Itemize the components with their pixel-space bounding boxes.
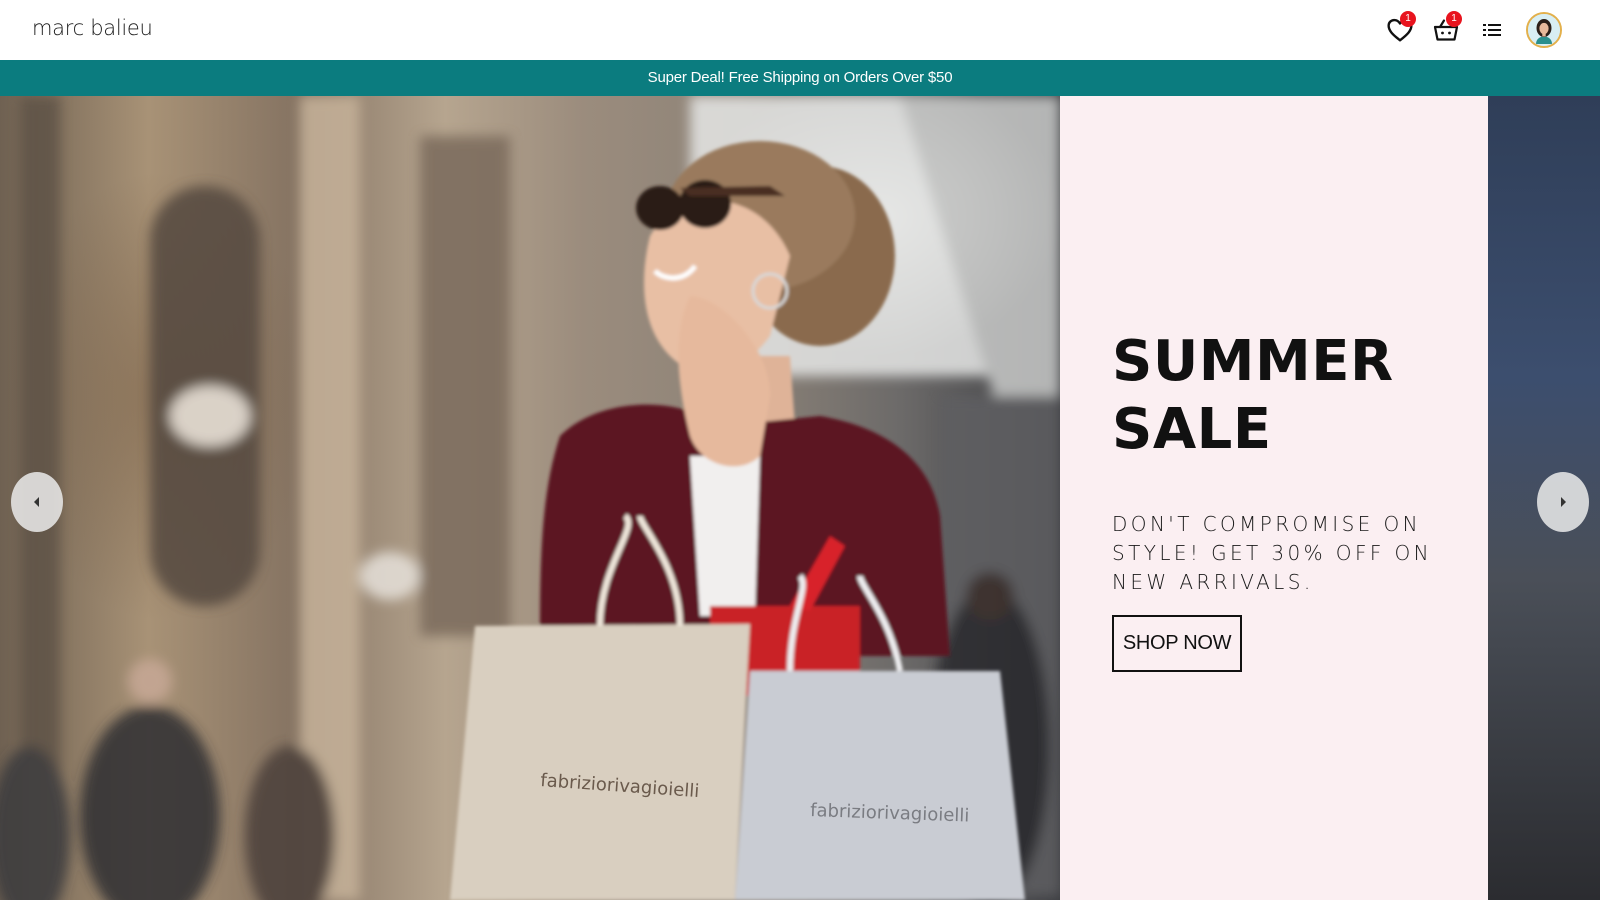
sale-title: SUMMER SALE xyxy=(1112,328,1452,464)
hero-carousel: fabriziorivagioielli fabriziorivagioiell… xyxy=(0,96,1600,900)
avatar-image xyxy=(1528,14,1560,46)
brand-logo[interactable]: marc balieu xyxy=(32,16,153,40)
sale-title-line-1: SUMMER xyxy=(1112,329,1394,394)
header-actions: 1 1 xyxy=(1376,8,1562,52)
menu-button[interactable] xyxy=(1470,8,1514,52)
wishlist-button[interactable]: 1 xyxy=(1378,8,1422,52)
carousel-next-button[interactable] xyxy=(1537,472,1589,532)
shop-now-button[interactable]: SHOP NOW xyxy=(1112,615,1242,672)
cart-button[interactable]: 1 xyxy=(1424,8,1468,52)
shopper-illustration: fabriziorivagioielli fabriziorivagioiell… xyxy=(0,96,1060,900)
sale-title-line-2: SALE xyxy=(1112,397,1272,462)
sale-subtitle: DON'T COMPROMISE ON STYLE! GET 30% OFF O… xyxy=(1112,512,1433,594)
carousel-prev-button[interactable] xyxy=(11,472,63,532)
cart-count-badge: 1 xyxy=(1446,11,1462,27)
hero-image: fabriziorivagioielli fabriziorivagioiell… xyxy=(0,96,1060,900)
promo-bar: Super Deal! Free Shipping on Orders Over… xyxy=(0,60,1600,96)
chevron-right-icon xyxy=(1561,497,1566,507)
user-avatar[interactable] xyxy=(1526,12,1562,48)
wishlist-count-badge: 1 xyxy=(1400,11,1416,27)
site-header: marc balieu 1 1 xyxy=(0,0,1600,60)
chevron-left-icon xyxy=(34,497,39,507)
list-icon xyxy=(1483,24,1501,36)
promo-panel: SUMMER SALE DON'T COMPROMISE ON STYLE! G… xyxy=(1060,96,1488,900)
